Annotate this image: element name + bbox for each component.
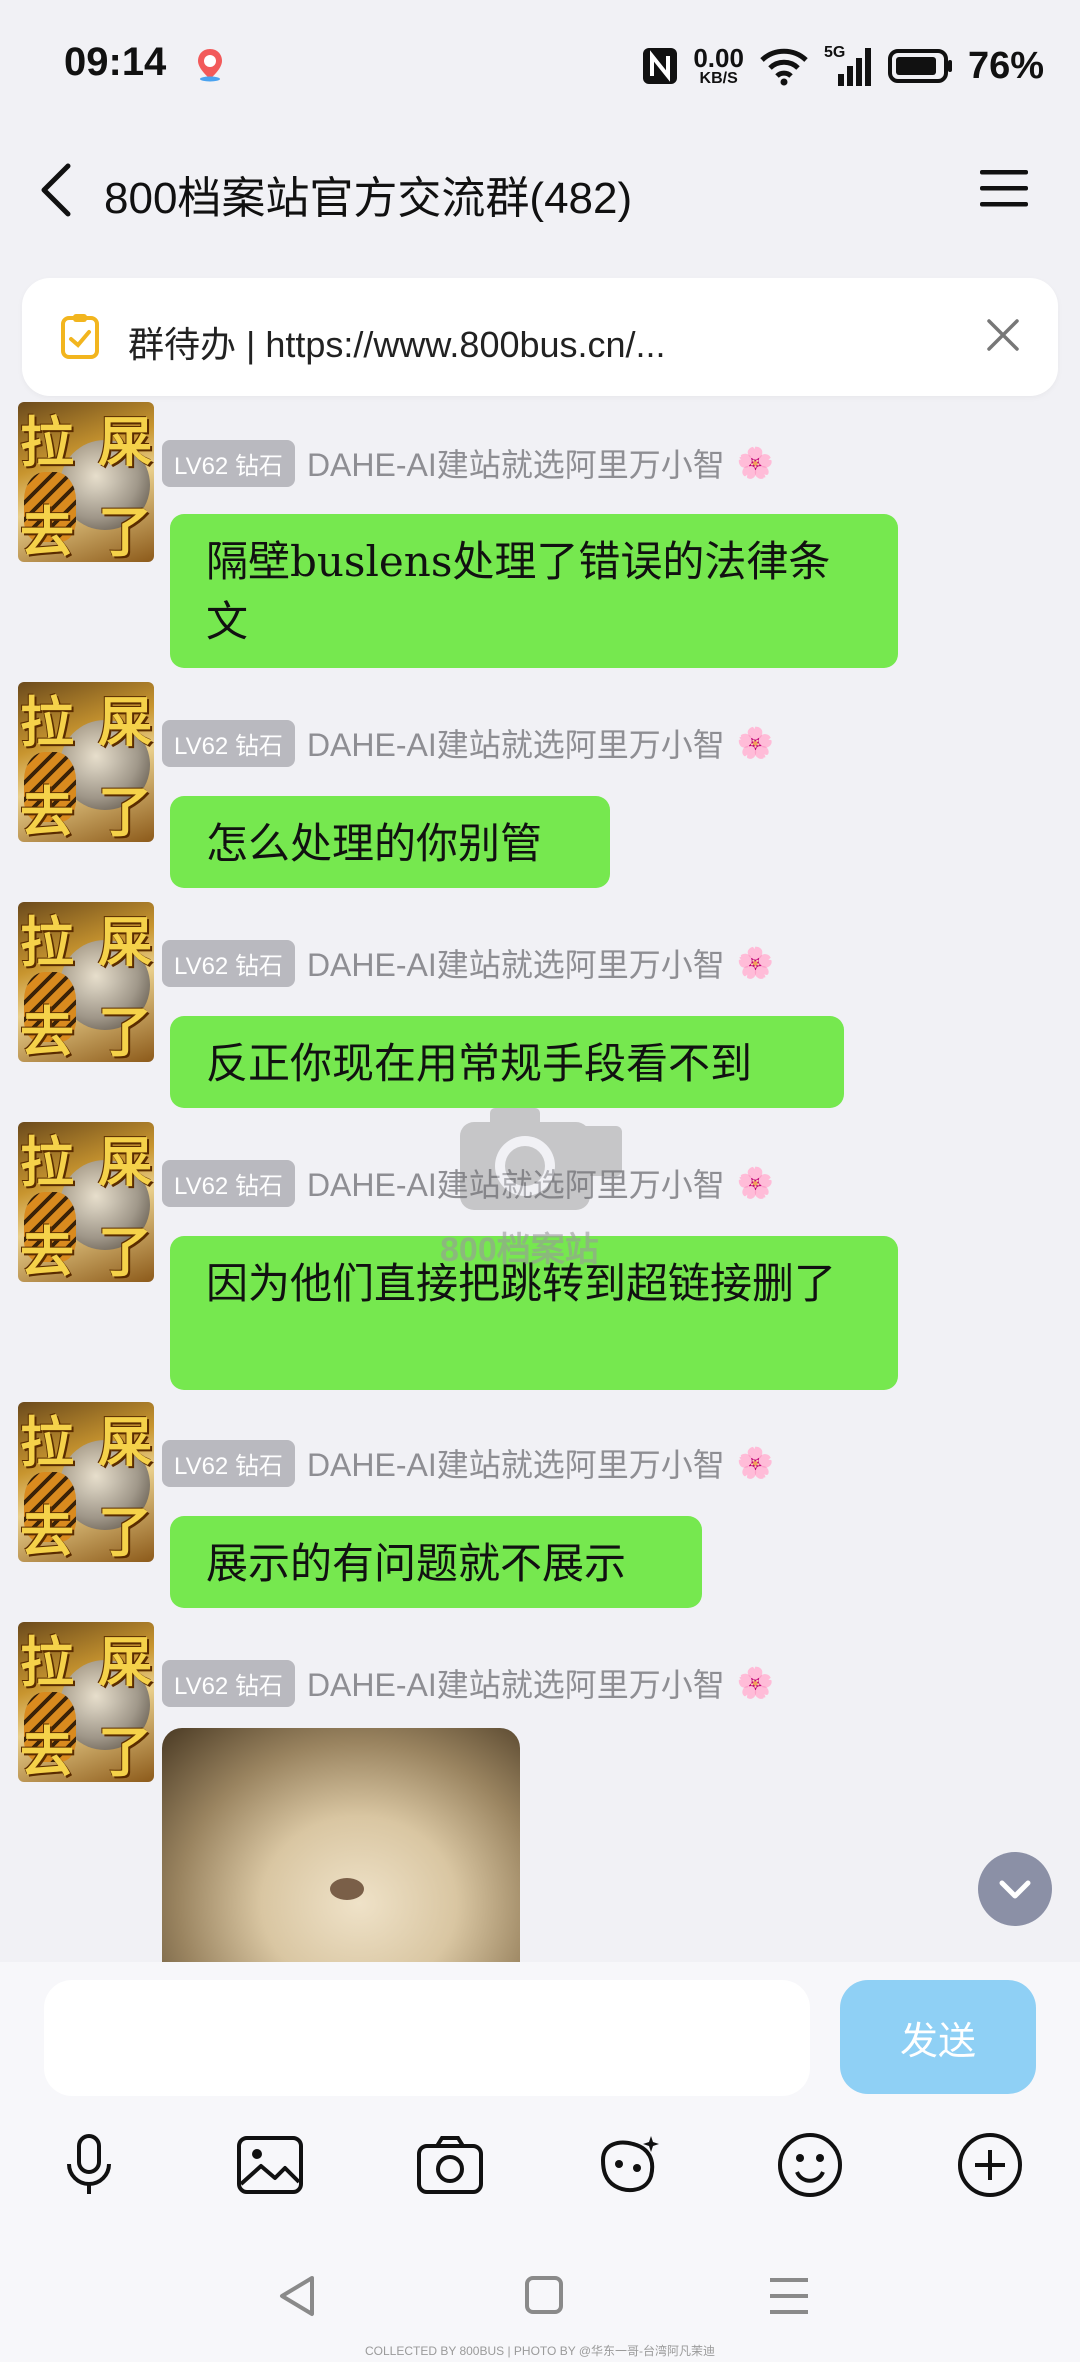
message-bubble[interactable]: 怎么处理的你别管 bbox=[170, 796, 610, 888]
flower-icon: 🌸 bbox=[736, 946, 775, 980]
nfc-icon bbox=[643, 48, 678, 84]
sender-meta: LV62 钻石 DAHE-AI建站就选阿里万小智 🌸 bbox=[162, 439, 775, 487]
avatar[interactable]: 拉 屎 去 了 bbox=[18, 1402, 154, 1562]
scroll-to-bottom-button[interactable] bbox=[978, 1852, 1052, 1926]
flower-icon: 🌸 bbox=[736, 1166, 775, 1200]
avatar[interactable]: 拉 屎 去 了 bbox=[18, 682, 154, 842]
close-icon[interactable] bbox=[984, 316, 1022, 354]
flower-icon: 🌸 bbox=[736, 446, 775, 480]
system-nav-bar bbox=[280, 2276, 808, 2316]
message-bubble[interactable]: 隔壁buslens处理了错误的法律条文 bbox=[170, 514, 898, 668]
image-icon[interactable] bbox=[235, 2130, 305, 2200]
level-badge: LV62 钻石 bbox=[162, 719, 295, 767]
level-badge: LV62 钻石 bbox=[162, 1439, 295, 1487]
level-badge: LV62 钻石 bbox=[162, 1159, 295, 1207]
sender-name[interactable]: DAHE-AI建站就选阿里万小智 bbox=[307, 1440, 725, 1486]
footer-credit: COLLECTED BY 800BUS | PHOTO BY @华东一哥-台湾阿… bbox=[364, 2344, 716, 2358]
clipboard-check-icon bbox=[61, 314, 99, 359]
net-speed: 0.00 KB/S bbox=[693, 43, 744, 87]
nav-recents-icon[interactable] bbox=[770, 2278, 808, 2314]
avatar[interactable]: 拉 屎 去 了 bbox=[18, 402, 154, 562]
sender-name[interactable]: DAHE-AI建站就选阿里万小智 bbox=[307, 440, 725, 486]
send-button[interactable]: 发送 bbox=[840, 1980, 1036, 2094]
watermark-text: 800档案站 bbox=[440, 1231, 599, 1269]
microphone-icon[interactable] bbox=[54, 2130, 124, 2200]
sender-name[interactable]: DAHE-AI建站就选阿里万小智 bbox=[307, 720, 725, 766]
avatar[interactable]: 拉 屎 去 了 bbox=[18, 1622, 154, 1782]
chat-title: 800档案站官方交流群(482) bbox=[104, 174, 633, 223]
image-message[interactable] bbox=[162, 1728, 520, 1962]
sender-meta: LV62 钻石 DAHE-AI建站就选阿里万小智 🌸 bbox=[162, 939, 775, 987]
group-todo-banner[interactable]: 群待办 | https://www.800bus.cn/... bbox=[22, 278, 1058, 396]
wifi-icon bbox=[760, 48, 808, 86]
battery-percent: 76% bbox=[967, 44, 1044, 87]
status-icons: 0.00 KB/S 5G 76% bbox=[641, 40, 1044, 92]
back-arrow-icon[interactable] bbox=[36, 160, 76, 220]
nav-home-icon[interactable] bbox=[525, 2276, 563, 2314]
camera-watermark-icon bbox=[460, 1108, 622, 1210]
message-bubble[interactable]: 反正你现在用常规手段看不到 bbox=[170, 1016, 844, 1108]
location-icon bbox=[198, 49, 222, 82]
avatar[interactable]: 拉 屎 去 了 bbox=[18, 1122, 154, 1282]
level-badge: LV62 钻石 bbox=[162, 939, 295, 987]
composer: 发送 COLLECTED BY 800BUS | PHOTO BY @华东一哥-… bbox=[0, 1962, 1080, 2362]
message-input[interactable] bbox=[44, 1980, 810, 2096]
message-bubble[interactable]: 展示的有问题就不展示 bbox=[170, 1516, 702, 1608]
sender-meta: LV62 钻石 DAHE-AI建站就选阿里万小智 🌸 bbox=[162, 1439, 775, 1487]
flower-icon: 🌸 bbox=[736, 1666, 775, 1700]
plus-icon[interactable] bbox=[955, 2130, 1025, 2200]
level-badge: LV62 钻石 bbox=[162, 439, 295, 487]
sticker-icon[interactable] bbox=[595, 2130, 665, 2200]
flower-icon: 🌸 bbox=[736, 726, 775, 760]
cellular-signal-icon: 5G bbox=[824, 44, 874, 88]
chevron-down-icon bbox=[999, 1880, 1031, 1899]
sender-name[interactable]: DAHE-AI建站就选阿里万小智 bbox=[307, 1660, 725, 1706]
sender-name[interactable]: DAHE-AI建站就选阿里万小智 bbox=[307, 940, 725, 986]
sender-meta: LV62 钻石 DAHE-AI建站就选阿里万小智 🌸 bbox=[162, 1659, 775, 1707]
todo-text: 群待办 | https://www.800bus.cn/... bbox=[128, 324, 666, 365]
nav-back-icon[interactable] bbox=[280, 2276, 314, 2316]
flower-icon: 🌸 bbox=[736, 1446, 775, 1480]
sender-meta: LV62 钻石 DAHE-AI建站就选阿里万小智 🌸 bbox=[162, 719, 775, 767]
avatar[interactable]: 拉 屎 去 了 bbox=[18, 902, 154, 1062]
menu-icon[interactable] bbox=[978, 166, 1030, 210]
battery-icon bbox=[887, 49, 952, 83]
status-time: 09:14 bbox=[64, 40, 167, 84]
emoji-icon[interactable] bbox=[775, 2130, 845, 2200]
camera-icon[interactable] bbox=[415, 2130, 485, 2200]
level-badge: LV62 钻石 bbox=[162, 1659, 295, 1707]
